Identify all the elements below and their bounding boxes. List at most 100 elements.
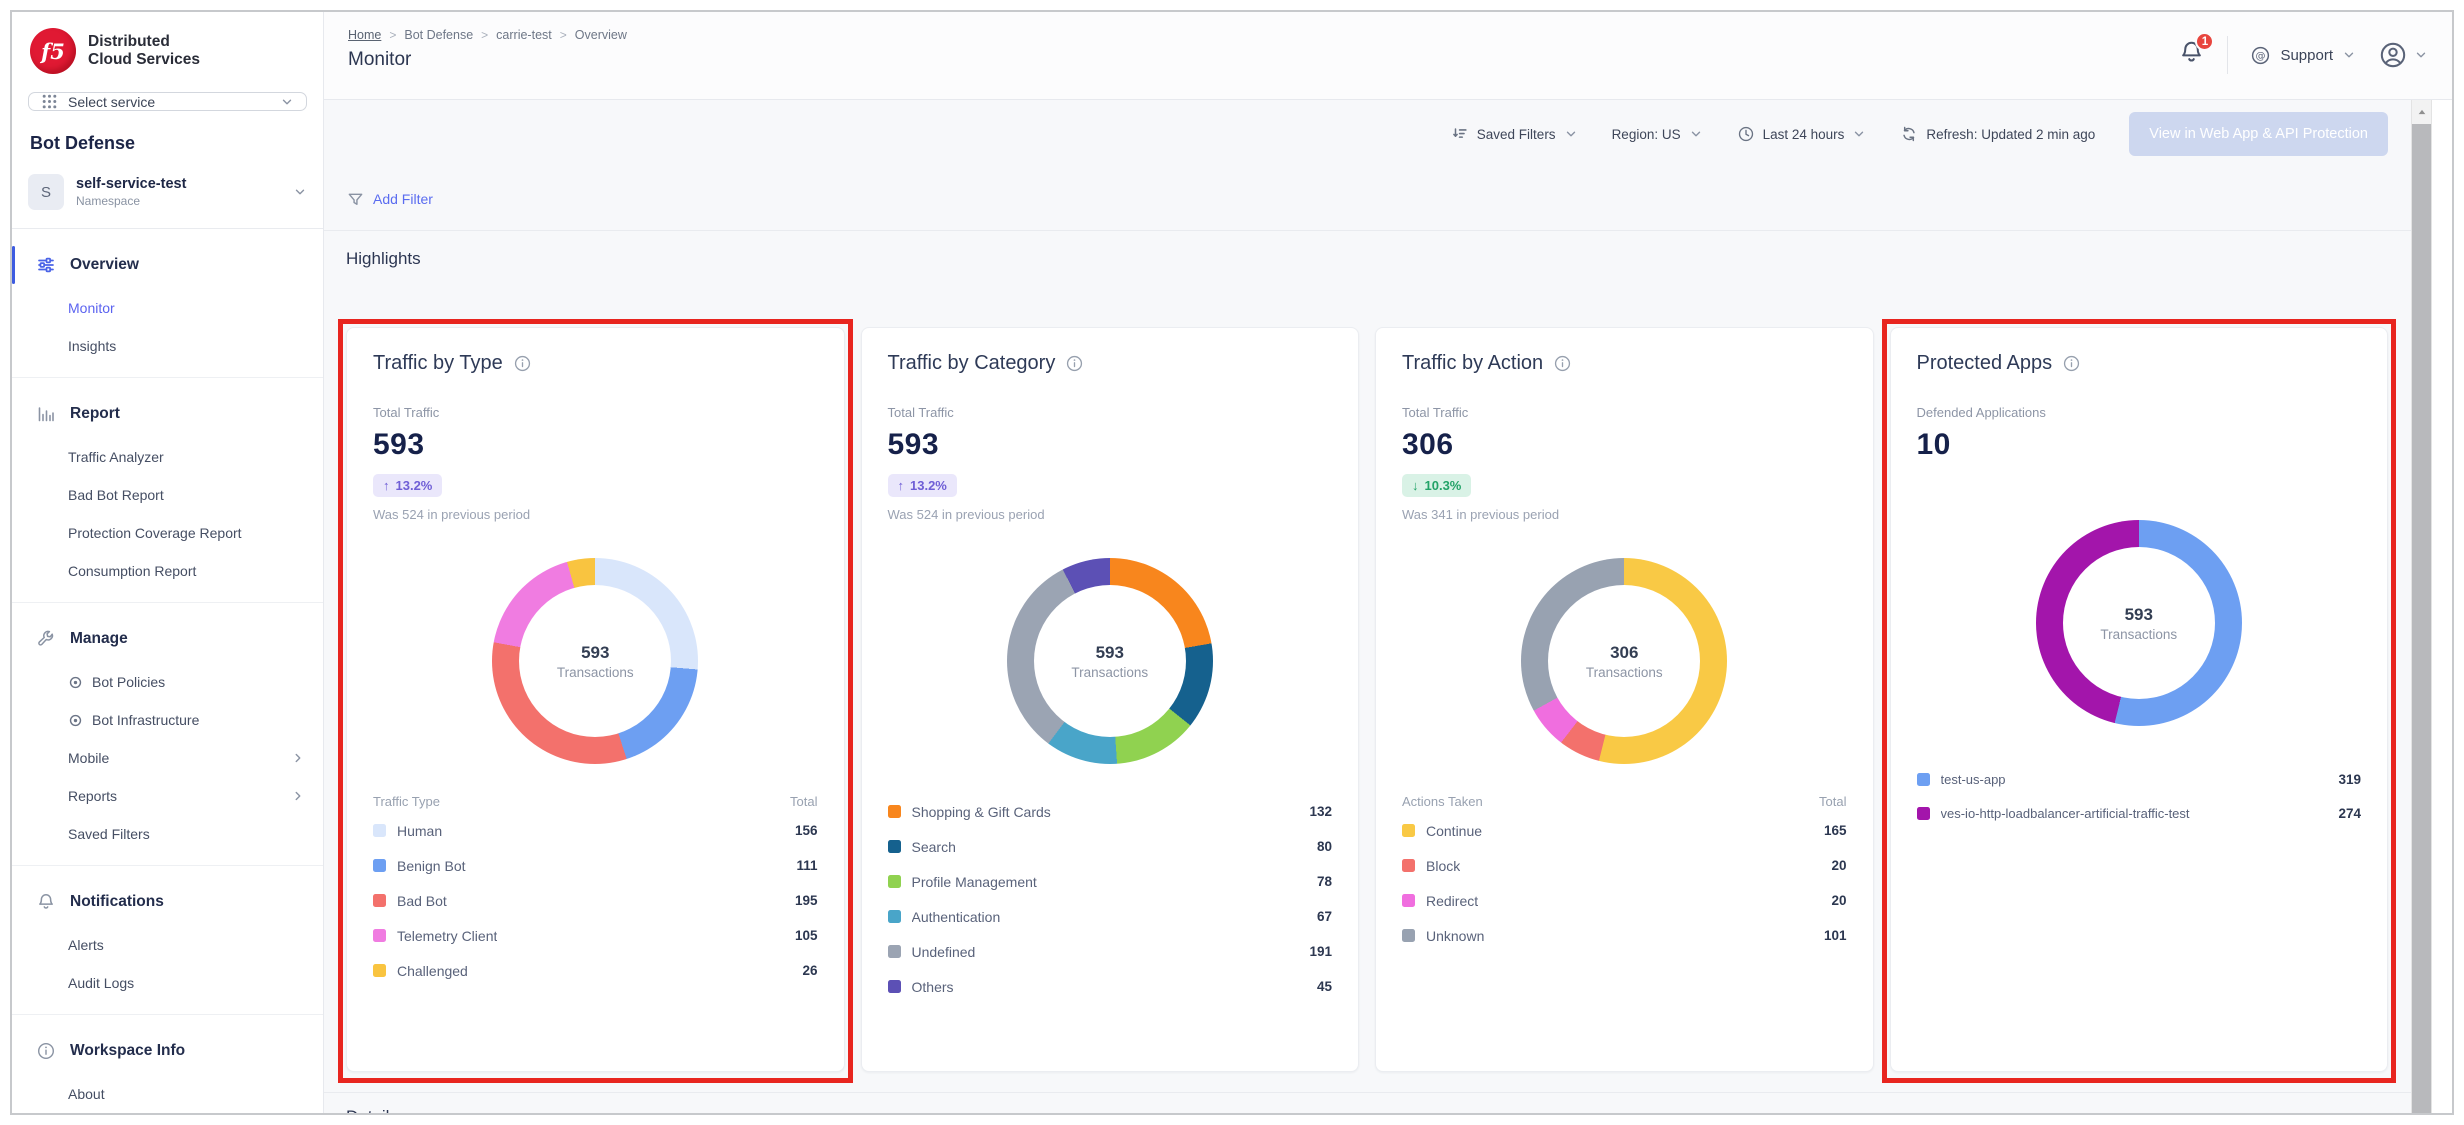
sidebar-item-manage[interactable]: Manage bbox=[12, 615, 323, 663]
legend-row-block[interactable]: Block20 bbox=[1402, 848, 1847, 883]
scroll-up-arrow[interactable] bbox=[2412, 100, 2431, 124]
saved-filters-dropdown[interactable]: Saved Filters bbox=[1451, 125, 1578, 143]
legend-row-profile-management[interactable]: Profile Management78 bbox=[888, 864, 1333, 899]
legend-value: 45 bbox=[1307, 979, 1332, 994]
funnel-icon bbox=[346, 190, 365, 209]
wrench-icon bbox=[36, 629, 56, 649]
legend-row-continue[interactable]: Continue165 bbox=[1402, 813, 1847, 848]
support-menu[interactable]: @ Support bbox=[2250, 45, 2356, 66]
legend-row-redirect[interactable]: Redirect20 bbox=[1402, 883, 1847, 918]
legend-row-ves-io-http-loadbalancer-artificial-traffic-test[interactable]: ves-io-http-loadbalancer-artificial-traf… bbox=[1917, 796, 2362, 830]
donut-area: 593 Transactions bbox=[373, 558, 818, 764]
donut-area: 593 Transactions bbox=[1917, 520, 2362, 726]
stat-value: 593 bbox=[888, 428, 1333, 462]
legend-header-label: Traffic Type bbox=[373, 794, 440, 809]
add-filter-label: Add Filter bbox=[373, 191, 433, 207]
breadcrumb-item-home[interactable]: Home bbox=[348, 28, 381, 42]
sidebar-item-reports[interactable]: Reports bbox=[12, 777, 323, 815]
sidebar-item-traffic-analyzer[interactable]: Traffic Analyzer bbox=[12, 438, 323, 476]
legend-value: 156 bbox=[785, 823, 818, 838]
sidebar-item-consumption-report[interactable]: Consumption Report bbox=[12, 552, 323, 590]
sidebar-item-workspace-info[interactable]: Workspace Info bbox=[12, 1027, 323, 1075]
nav-group-workspace-info: Workspace InfoAbout bbox=[12, 1014, 323, 1113]
chevron-down-icon bbox=[1852, 127, 1866, 141]
namespace-selector[interactable]: S self-service-test Namespace bbox=[12, 168, 323, 228]
legend-row-challenged[interactable]: Challenged26 bbox=[373, 953, 818, 988]
legend-row-others[interactable]: Others45 bbox=[888, 969, 1333, 1004]
donut-chart-protected-apps[interactable]: 593 Transactions bbox=[2036, 520, 2242, 726]
scrollbar[interactable] bbox=[2411, 100, 2432, 1113]
legend-label: Human bbox=[397, 823, 442, 839]
legend-value: 26 bbox=[792, 963, 817, 978]
select-service-dropdown[interactable]: Select service bbox=[28, 92, 307, 111]
saved-filters-label: Saved Filters bbox=[1477, 127, 1556, 142]
notifications-button[interactable]: 1 bbox=[2178, 39, 2205, 71]
legend-label: ves-io-http-loadbalancer-artificial-traf… bbox=[1941, 806, 2190, 821]
legend-swatch bbox=[1402, 929, 1415, 942]
legend-row-unknown[interactable]: Unknown101 bbox=[1402, 918, 1847, 953]
time-range-dropdown[interactable]: Last 24 hours bbox=[1737, 125, 1867, 143]
legend-row-human[interactable]: Human 156 bbox=[373, 813, 818, 848]
sidebar-item-about[interactable]: About bbox=[12, 1075, 323, 1113]
sidebar-nav: Overview MonitorInsights ReportTraffic Ana… bbox=[12, 228, 323, 1113]
refresh-button[interactable]: Refresh: Updated 2 min ago bbox=[1900, 125, 2095, 143]
info-icon[interactable] bbox=[1065, 354, 1084, 373]
brand[interactable]: f5 Distributed Cloud Services bbox=[12, 12, 323, 88]
legend-row-shopping-gift-cards[interactable]: Shopping & Gift Cards132 bbox=[888, 794, 1333, 829]
legend-row-search[interactable]: Search80 bbox=[888, 829, 1333, 864]
card-wrap-traffic-by-action: Traffic by Action Total Traffic 306 ↓ 10… bbox=[1375, 327, 1874, 1072]
nav-item-label: Bot Policies bbox=[92, 674, 165, 690]
legend-row-test-us-app[interactable]: test-us-app319 bbox=[1917, 762, 2362, 796]
donut-chart-traffic-by-category[interactable]: 593 Transactions bbox=[1007, 558, 1213, 764]
time-range-label: Last 24 hours bbox=[1763, 127, 1845, 142]
legend-header: Actions Taken Total bbox=[1402, 794, 1847, 809]
sidebar-item-notifications[interactable]: Notifications bbox=[12, 878, 323, 926]
sidebar-item-audit-logs[interactable]: Audit Logs bbox=[12, 964, 323, 1002]
legend-row-undefined[interactable]: Undefined191 bbox=[888, 934, 1333, 969]
legend-value: 20 bbox=[1821, 893, 1846, 908]
info-icon[interactable] bbox=[513, 354, 532, 373]
sidebar-item-overview[interactable]: Overview bbox=[12, 241, 323, 289]
breadcrumb: Home>Bot Defense>carrie-test>Overview bbox=[348, 28, 627, 42]
sidebar-item-monitor[interactable]: Monitor bbox=[12, 289, 323, 327]
add-filter-row: Add Filter bbox=[324, 168, 2452, 231]
stat-value: 593 bbox=[373, 428, 818, 462]
view-in-waap-button[interactable]: View in Web App & API Protection bbox=[2129, 112, 2388, 156]
donut-chart-traffic-by-action[interactable]: 306 Transactions bbox=[1521, 558, 1727, 764]
product-title: Bot Defense bbox=[12, 127, 323, 168]
legend-row-authentication[interactable]: Authentication67 bbox=[888, 899, 1333, 934]
info-icon[interactable] bbox=[2062, 354, 2081, 373]
sidebar-item-mobile[interactable]: Mobile bbox=[12, 739, 323, 777]
legend-row-benign-bot[interactable]: Benign Bot111 bbox=[373, 848, 818, 883]
legend-row-telemetry-client[interactable]: Telemetry Client105 bbox=[373, 918, 818, 953]
add-filter-button[interactable]: Add Filter bbox=[346, 190, 433, 209]
legend-label: Profile Management bbox=[912, 874, 1037, 890]
legend-value: 195 bbox=[785, 893, 818, 908]
card-traffic-by-action: Traffic by Action Total Traffic 306 ↓ 10… bbox=[1375, 327, 1874, 1072]
breadcrumb-item-bot-defense[interactable]: Bot Defense bbox=[404, 28, 473, 42]
account-menu[interactable] bbox=[2378, 40, 2428, 70]
legend-swatch bbox=[888, 945, 901, 958]
legend-row-bad-bot[interactable]: Bad Bot195 bbox=[373, 883, 818, 918]
sidebar-item-protection-coverage-report[interactable]: Protection Coverage Report bbox=[12, 514, 323, 552]
breadcrumb-item-overview[interactable]: Overview bbox=[575, 28, 627, 42]
region-dropdown[interactable]: Region: US bbox=[1612, 127, 1703, 142]
brand-text: Distributed Cloud Services bbox=[88, 33, 200, 70]
donut-chart-traffic-by-type[interactable]: 593 Transactions bbox=[492, 558, 698, 764]
sidebar-item-saved-filters[interactable]: Saved Filters bbox=[12, 815, 323, 853]
sidebar-item-bad-bot-report[interactable]: Bad Bot Report bbox=[12, 476, 323, 514]
sidebar-item-bot-policies[interactable]: Bot Policies bbox=[12, 663, 323, 701]
sidebar-item-report[interactable]: Report bbox=[12, 390, 323, 438]
chevron-down-icon bbox=[1564, 127, 1578, 141]
sidebar-item-alerts[interactable]: Alerts bbox=[12, 926, 323, 964]
scroll-thumb[interactable] bbox=[2412, 124, 2431, 1113]
support-icon: @ bbox=[2250, 45, 2271, 66]
brand-line-2: Cloud Services bbox=[88, 51, 200, 69]
info-icon[interactable] bbox=[1553, 354, 1572, 373]
sidebar-item-bot-infrastructure[interactable]: Bot Infrastructure bbox=[12, 701, 323, 739]
donut-center-label: Transactions bbox=[2100, 627, 2177, 642]
sidebar-item-insights[interactable]: Insights bbox=[12, 327, 323, 365]
nav-group-label: Overview bbox=[70, 256, 139, 274]
nav-item-label: Bot Infrastructure bbox=[92, 712, 199, 728]
breadcrumb-item-carrie-test[interactable]: carrie-test bbox=[496, 28, 552, 42]
